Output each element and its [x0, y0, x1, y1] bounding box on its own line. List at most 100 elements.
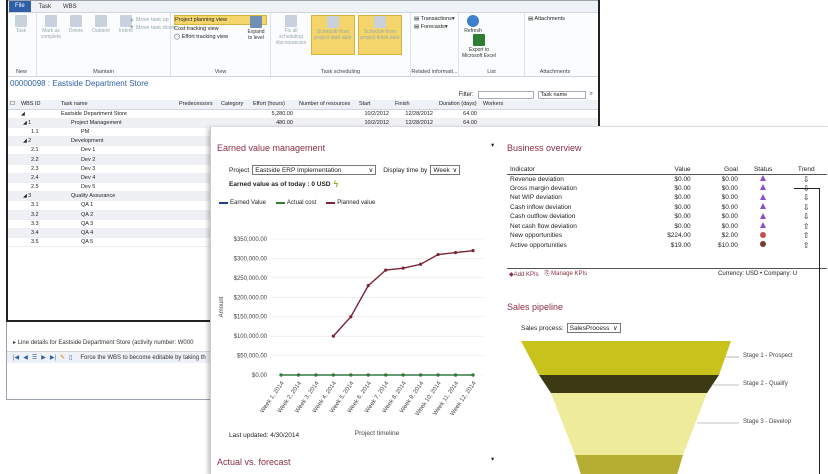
wbs-id-cell[interactable]: ◢: [17, 109, 58, 119]
funnel-stage-qualify[interactable]: [539, 375, 719, 393]
row-checkbox[interactable]: [7, 154, 18, 165]
schedule-from-finish-button[interactable]: Schedule from project finish date: [357, 15, 402, 55]
kpi-row[interactable]: Net cash flow deviation $0.00 $0.00 ⇧: [507, 222, 827, 232]
forecast-collapse-icon[interactable]: ▾: [491, 455, 494, 463]
mark-complete-button[interactable]: Mark as complete: [40, 15, 62, 40]
wbs-id-cell[interactable]: 2.5: [17, 182, 58, 193]
row-checkbox[interactable]: [7, 237, 18, 248]
col-start[interactable]: Start: [355, 100, 392, 110]
record-list-icon[interactable]: ☰: [32, 354, 37, 361]
task-name-cell[interactable]: Dev 4: [57, 173, 176, 184]
task-name-cell[interactable]: QA 3: [57, 219, 176, 229]
funnel-stage-prospect[interactable]: [521, 341, 731, 375]
wbs-id-cell[interactable]: 3.1: [17, 200, 58, 211]
wbs-id-cell[interactable]: ◢ 2: [17, 136, 58, 147]
move-down-link[interactable]: ▼ Move task down: [129, 24, 176, 32]
row-checkbox[interactable]: [7, 127, 18, 138]
forecasts-menu[interactable]: ▤ Forecasts▾: [414, 23, 455, 31]
export-excel-button[interactable]: Export to Microsoft Excel: [462, 34, 496, 59]
wbs-id-cell[interactable]: ◢ 3: [17, 191, 58, 202]
table-row[interactable]: ◢ Eastside Department Store 5,280.00 10/2/…: [7, 109, 599, 119]
task-name-cell[interactable]: Dev 5: [57, 182, 176, 193]
search-icon[interactable]: ⌕: [590, 91, 593, 98]
filter-input[interactable]: [477, 90, 534, 99]
col-duration[interactable]: Duration (days): [435, 100, 480, 110]
col-predecessors[interactable]: Predecessors: [175, 100, 218, 110]
wbs-id-cell[interactable]: 3.4: [17, 228, 58, 239]
edit-icon[interactable]: ✎: [60, 354, 65, 361]
task-name-cell[interactable]: QA 2: [57, 210, 176, 220]
select-all-checkbox[interactable]: ☐: [7, 100, 18, 110]
expand-toggle-icon[interactable]: ◢: [21, 111, 25, 117]
kpi-row[interactable]: Active opportunities $19.00 $10.00 ⇧: [507, 241, 827, 251]
first-record-icon[interactable]: |◀: [13, 354, 19, 361]
task-button[interactable]: Task: [10, 15, 32, 34]
col-category[interactable]: Category: [217, 100, 250, 110]
row-checkbox[interactable]: [7, 173, 18, 184]
start-cell[interactable]: 10/2/2012: [355, 109, 392, 119]
wbs-id-cell[interactable]: 3.2: [17, 210, 58, 220]
expand-to-level-button[interactable]: Expand to level: [245, 16, 267, 41]
kpi-row[interactable]: Cash outflow deviation $0.00 $0.00 ⇩: [507, 212, 827, 222]
evm-collapse-icon[interactable]: ▾: [491, 141, 494, 149]
task-name-cell[interactable]: Dev 3: [57, 164, 176, 174]
col-finish[interactable]: Finish: [391, 100, 436, 110]
wbs-id-cell[interactable]: 2.1: [17, 145, 58, 156]
task-name-cell[interactable]: Dev 1: [57, 145, 176, 156]
row-checkbox[interactable]: [7, 164, 18, 174]
kpi-row[interactable]: Gross margin deviation$0.00$0.00⇩: [507, 184, 827, 194]
add-kpis-link[interactable]: ◆Add KPIs: [509, 271, 539, 278]
project-select[interactable]: Eastside ERP Implementation ∨: [252, 165, 377, 175]
finish-cell[interactable]: 12/28/2012: [391, 109, 436, 119]
category-cell[interactable]: [217, 109, 250, 119]
row-checkbox[interactable]: [7, 219, 18, 229]
row-checkbox[interactable]: [7, 191, 18, 202]
tab-wbs[interactable]: WBS: [59, 4, 81, 10]
col-resources[interactable]: Number of resources: [295, 100, 356, 110]
task-name-cell[interactable]: Quality Assurance: [57, 191, 176, 202]
kpi-row[interactable]: Net WIP deviation $0.00 $0.00 ⇩: [507, 193, 827, 203]
kpi-row[interactable]: New opportunities $224.00 $2.00 ⇧: [507, 231, 827, 241]
transactions-menu[interactable]: ▤ Transactions▾: [414, 15, 455, 23]
previous-record-icon[interactable]: ◀: [23, 354, 28, 361]
row-checkbox[interactable]: [7, 109, 18, 119]
row-checkbox[interactable]: [7, 145, 18, 156]
display-time-select[interactable]: Week ∨: [430, 165, 461, 175]
last-record-icon[interactable]: ▶|: [50, 354, 56, 361]
task-name-cell[interactable]: Eastside Department Store: [57, 109, 176, 119]
task-name-cell[interactable]: Dev 2: [57, 154, 176, 165]
wbs-id-cell[interactable]: 3.3: [17, 219, 58, 229]
task-name-cell[interactable]: QA 4: [57, 228, 176, 239]
task-name-cell[interactable]: Project Management: [57, 118, 176, 128]
row-checkbox[interactable]: [7, 210, 18, 220]
outdent-button[interactable]: Outdent: [90, 15, 112, 34]
row-checkbox[interactable]: [7, 228, 18, 239]
wbs-id-cell[interactable]: 2.2: [17, 154, 58, 165]
schedule-from-start-button[interactable]: Schedule from project start date: [310, 15, 355, 55]
row-checkbox[interactable]: [7, 200, 18, 211]
funnel-stage-develop[interactable]: [551, 393, 707, 455]
duration-cell[interactable]: 64.00: [435, 109, 480, 119]
wbs-id-cell[interactable]: 2.3: [17, 164, 58, 174]
row-checkbox[interactable]: [7, 136, 18, 147]
col-workers[interactable]: Workers: [479, 100, 599, 110]
task-name-cell[interactable]: Development: [57, 136, 176, 147]
next-record-icon[interactable]: ▶: [41, 354, 46, 361]
wbs-id-cell[interactable]: 1.1: [17, 127, 58, 138]
sales-process-select[interactable]: SalesProcess ∨: [566, 323, 621, 333]
wbs-id-cell[interactable]: 2.4: [17, 173, 58, 184]
row-checkbox[interactable]: [7, 118, 18, 128]
move-up-link[interactable]: ▲ Move task up: [129, 16, 176, 24]
task-name-cell[interactable]: QA 5: [57, 237, 176, 248]
tab-task[interactable]: Task: [35, 4, 55, 10]
fix-discrepancies-button[interactable]: Fix all scheduling discrepancies: [274, 15, 308, 46]
file-tab[interactable]: File: [9, 1, 31, 12]
col-wbs-id[interactable]: WBS ID: [17, 100, 58, 110]
task-name-cell[interactable]: QA 1: [57, 200, 176, 211]
workers-cell[interactable]: [479, 109, 599, 119]
task-name-cell[interactable]: PM: [57, 127, 176, 138]
row-checkbox[interactable]: [7, 182, 18, 193]
filter-field-select[interactable]: Task name: [537, 90, 586, 99]
funnel-stage-bottom[interactable]: [575, 455, 683, 474]
wbs-id-cell[interactable]: ◢ 1: [17, 118, 58, 128]
